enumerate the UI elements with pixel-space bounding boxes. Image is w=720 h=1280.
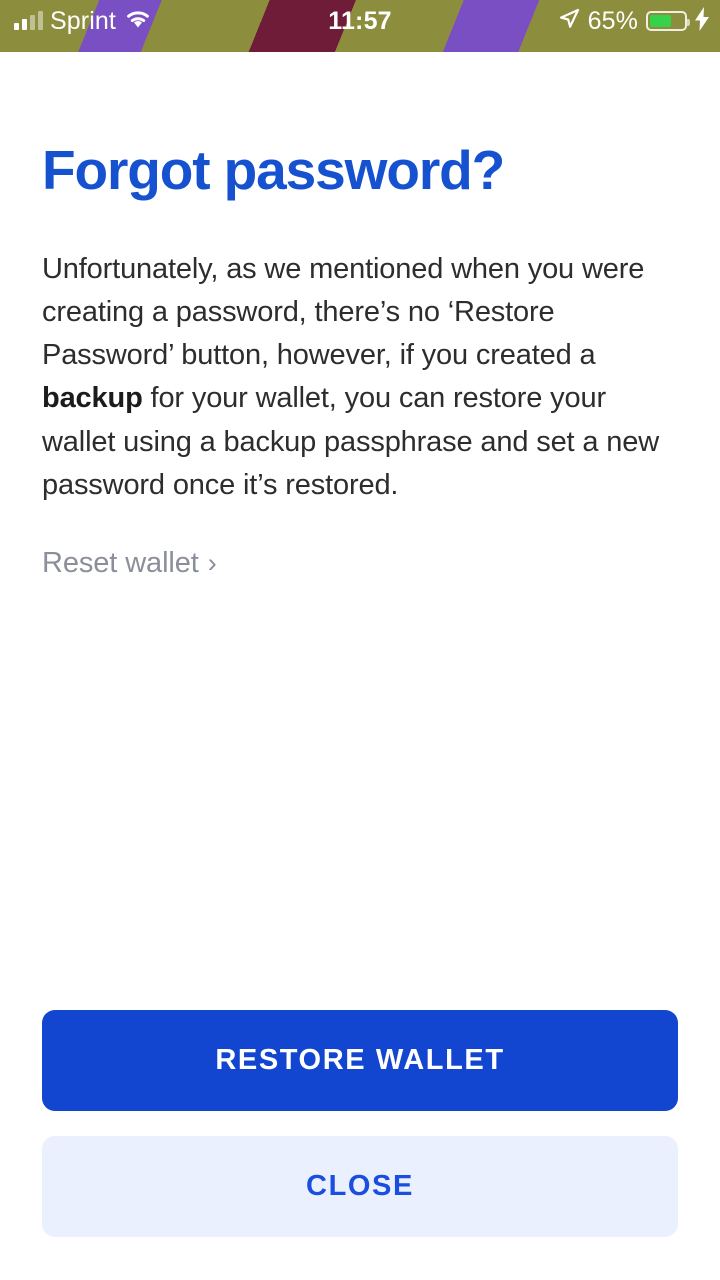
restore-wallet-button[interactable]: RESTORE WALLET bbox=[42, 1010, 678, 1111]
status-bar: Sprint 11:57 65% bbox=[0, 0, 720, 52]
status-bar-right: 65% bbox=[558, 0, 710, 42]
bottom-sheet-card: Forgot password? Unfortunately, as we me… bbox=[0, 50, 720, 1280]
battery-icon bbox=[646, 11, 690, 31]
description-text: Unfortunately, as we mentioned when you … bbox=[42, 248, 678, 507]
reset-wallet-link[interactable]: Reset wallet › bbox=[42, 547, 217, 580]
sheet-content: Forgot password? Unfortunately, as we me… bbox=[0, 50, 720, 580]
phone-screen: Sprint 11:57 65% Forgot password? Unfort… bbox=[0, 0, 720, 1280]
page-title: Forgot password? bbox=[42, 139, 505, 201]
chevron-right-icon: › bbox=[207, 547, 217, 578]
charging-bolt-icon bbox=[695, 6, 710, 36]
action-button-stack: RESTORE WALLET CLOSE bbox=[42, 1010, 678, 1237]
description-emphasis: backup bbox=[42, 382, 143, 415]
description-part-1: Unfortunately, as we mentioned when you … bbox=[42, 252, 645, 372]
clock-label: 11:57 bbox=[328, 6, 392, 35]
location-arrow-icon bbox=[558, 8, 580, 35]
reset-wallet-label: Reset wallet bbox=[42, 546, 199, 579]
battery-percent-label: 65% bbox=[587, 6, 638, 35]
close-button[interactable]: CLOSE bbox=[42, 1136, 678, 1237]
